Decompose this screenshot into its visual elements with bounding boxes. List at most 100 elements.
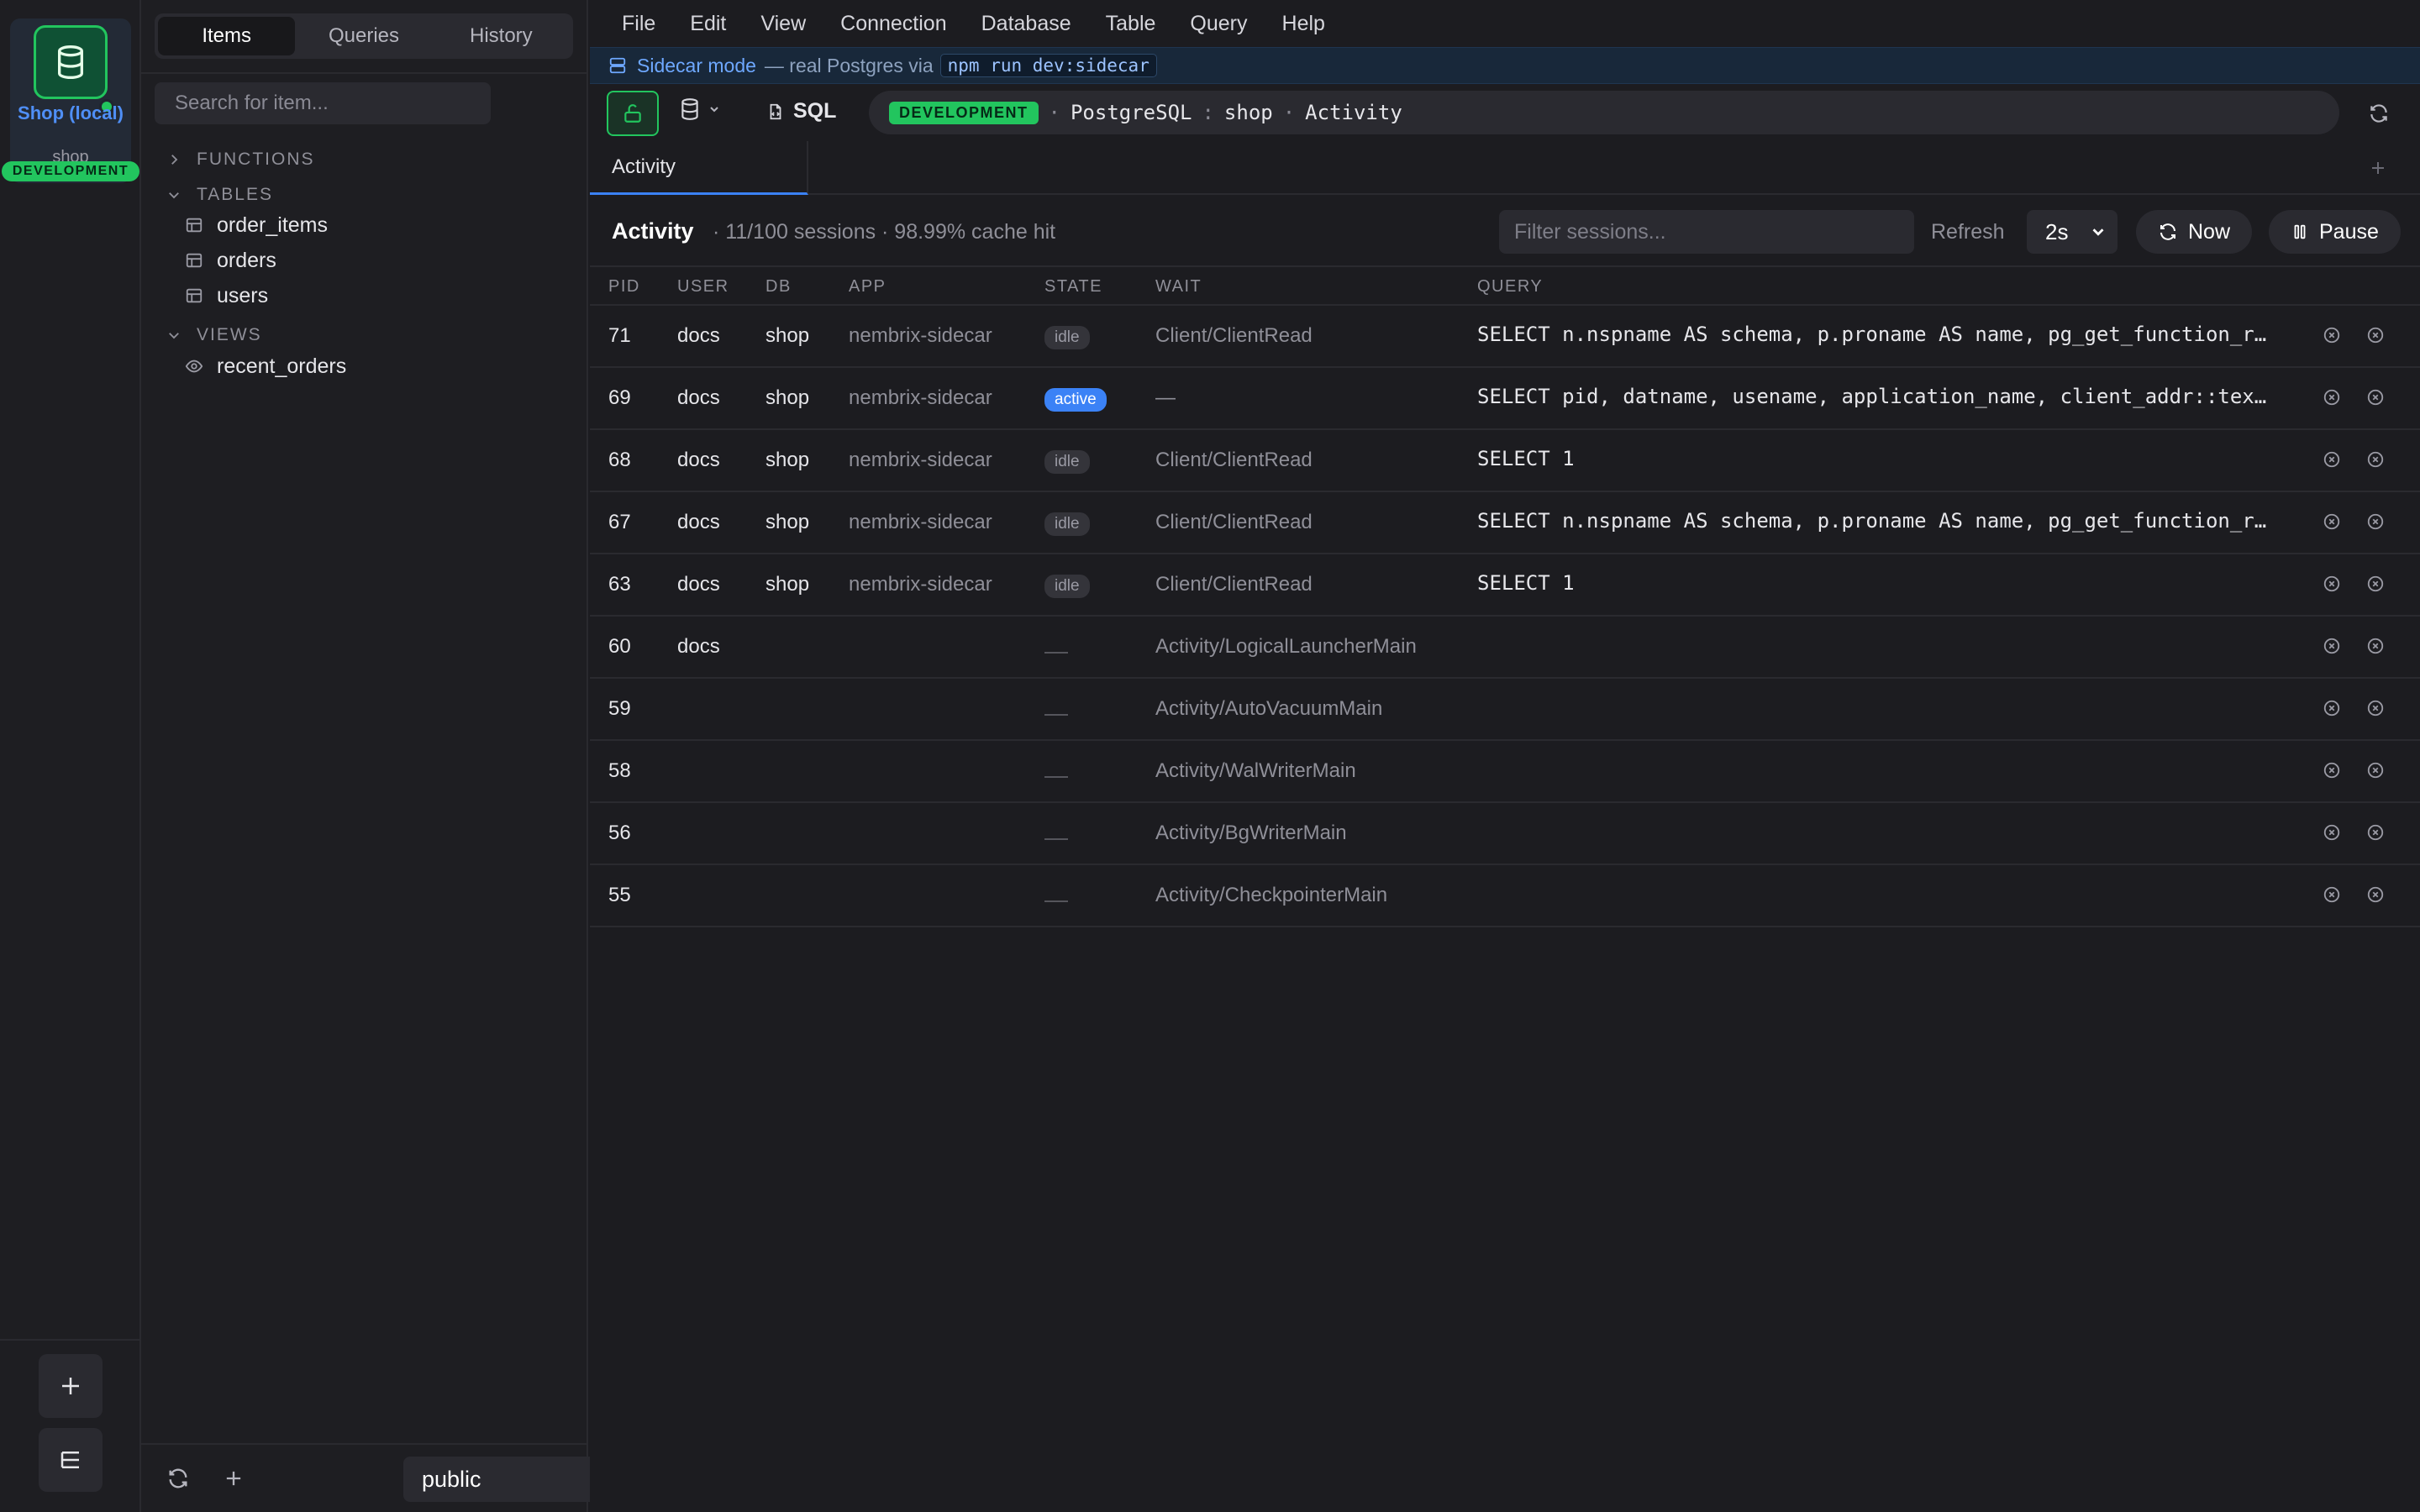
cancel-query-button[interactable]	[2323, 699, 2341, 717]
sidecar-title: Sidecar mode	[637, 54, 756, 76]
table-row[interactable]: 63 docs shop nembrix-sidecar idle Client…	[590, 554, 2420, 617]
cell-wait: Activity/CheckpointerMain	[1155, 884, 1388, 906]
menu-file[interactable]: File	[622, 12, 655, 36]
terminate-session-button[interactable]	[2366, 761, 2385, 780]
table-row[interactable]: 55 Activity/CheckpointerMain	[590, 865, 2420, 927]
table-name: users	[217, 283, 269, 307]
add-connection-button[interactable]	[39, 1354, 103, 1418]
new-tab-button[interactable]	[2368, 158, 2388, 178]
cell-app: nembrix-sidecar	[849, 386, 992, 409]
reconnect-button[interactable]	[2368, 102, 2390, 124]
sql-button[interactable]: SQL	[766, 99, 836, 123]
table-item[interactable]: order_items	[185, 208, 328, 242]
terminate-session-button[interactable]	[2366, 637, 2385, 655]
column-header[interactable]: QUERY	[1477, 277, 1543, 297]
menu-edit[interactable]: Edit	[690, 12, 726, 36]
terminate-session-icon	[2366, 885, 2385, 904]
cell-wait: Activity/LogicalLauncherMain	[1155, 635, 1417, 658]
refresh-icon	[2368, 102, 2390, 124]
cancel-query-button[interactable]	[2323, 575, 2341, 593]
cell-state	[1044, 884, 1068, 908]
table-item[interactable]: users	[185, 279, 268, 312]
view-item[interactable]: recent_orders	[185, 349, 346, 383]
cell-state	[1044, 635, 1068, 659]
cell-state	[1044, 759, 1068, 784]
divider	[141, 72, 587, 74]
table-row[interactable]: 68 docs shop nembrix-sidecar idle Client…	[590, 430, 2420, 492]
refresh-schema-button[interactable]	[166, 1467, 190, 1490]
table-row[interactable]: 56 Activity/BgWriterMain	[590, 803, 2420, 865]
cancel-query-icon	[2323, 637, 2341, 655]
terminate-session-button[interactable]	[2366, 388, 2385, 407]
column-header[interactable]: DB	[765, 277, 792, 297]
cell-db: shop	[765, 386, 810, 409]
table-body: 71 docs shop nembrix-sidecar idle Client…	[590, 306, 2420, 927]
refresh-now-button[interactable]: Now	[2136, 210, 2253, 254]
cancel-query-button[interactable]	[2323, 823, 2341, 842]
sidecar-desc: — real Postgres via	[764, 54, 934, 76]
tab-items[interactable]: Items	[158, 17, 296, 55]
cell-state: idle	[1044, 324, 1090, 349]
cancel-query-button[interactable]	[2323, 388, 2341, 407]
menu-query[interactable]: Query	[1190, 12, 1247, 36]
cell-query: SELECT pid, datname, usename, applicatio…	[1477, 385, 2267, 408]
pause-button[interactable]: Pause	[2269, 210, 2401, 254]
cancel-query-button[interactable]	[2323, 637, 2341, 655]
cancel-query-button[interactable]	[2323, 450, 2341, 469]
cell-pid: 58	[608, 759, 631, 782]
table-item[interactable]: orders	[185, 244, 276, 277]
filter-input[interactable]	[1514, 219, 1901, 244]
tab-history[interactable]: History	[433, 17, 570, 55]
environment-badge: DEVELOPMENT	[889, 101, 1039, 124]
database-menu-button[interactable]	[679, 97, 721, 121]
terminate-session-icon	[2366, 575, 2385, 593]
column-header[interactable]: APP	[849, 277, 886, 297]
refresh-label: Refresh	[1931, 220, 2005, 244]
add-schema-button[interactable]	[222, 1467, 245, 1490]
terminate-session-button[interactable]	[2366, 326, 2385, 344]
cancel-query-button[interactable]	[2323, 512, 2341, 531]
menu-database[interactable]: Database	[981, 12, 1071, 36]
database-name: shop	[1223, 101, 1273, 124]
refresh-interval-select[interactable]: 2s	[2027, 210, 2118, 254]
table-row[interactable]: 67 docs shop nembrix-sidecar idle Client…	[590, 492, 2420, 554]
list-tree-button[interactable]	[39, 1428, 103, 1492]
menu-view[interactable]: View	[760, 12, 806, 36]
column-header[interactable]: PID	[608, 277, 640, 297]
terminate-session-button[interactable]	[2366, 823, 2385, 842]
table-name: orders	[217, 248, 276, 272]
cancel-query-button[interactable]	[2323, 326, 2341, 344]
terminate-session-button[interactable]	[2366, 699, 2385, 717]
cancel-query-button[interactable]	[2323, 885, 2341, 904]
column-header[interactable]: WAIT	[1155, 277, 1202, 297]
table-row[interactable]: 59 Activity/AutoVacuumMain	[590, 679, 2420, 741]
menu-table[interactable]: Table	[1106, 12, 1156, 36]
terminate-session-button[interactable]	[2366, 575, 2385, 593]
refresh-icon	[166, 1467, 190, 1490]
tab-activity[interactable]: Activity	[590, 141, 808, 195]
sessions-table: PID USER DB APP STATE WAIT QUERY 71 docs…	[590, 267, 2420, 927]
cancel-query-icon	[2323, 699, 2341, 717]
now-label: Now	[2188, 219, 2231, 244]
interval-value: 2s	[2045, 218, 2069, 244]
terminate-session-button[interactable]	[2366, 512, 2385, 531]
table-row[interactable]: 60 docs Activity/LogicalLauncherMain	[590, 617, 2420, 679]
tab-queries[interactable]: Queries	[295, 17, 432, 55]
connection-card[interactable]: Shop (local) shop	[10, 18, 131, 183]
table-row[interactable]: 69 docs shop nembrix-sidecar active — SE…	[590, 368, 2420, 430]
cancel-query-button[interactable]	[2323, 761, 2341, 780]
unlock-icon	[622, 102, 644, 124]
menu-connection[interactable]: Connection	[840, 12, 946, 36]
column-header[interactable]: STATE	[1044, 277, 1102, 297]
menu-help[interactable]: Help	[1282, 12, 1325, 36]
table-row[interactable]: 58 Activity/WalWriterMain	[590, 741, 2420, 803]
unlock-button[interactable]	[607, 91, 659, 136]
table-row[interactable]: 71 docs shop nembrix-sidecar idle Client…	[590, 306, 2420, 368]
terminate-session-button[interactable]	[2366, 885, 2385, 904]
column-header[interactable]: USER	[677, 277, 729, 297]
terminate-session-button[interactable]	[2366, 450, 2385, 469]
view-name: recent_orders	[217, 354, 347, 378]
cell-query: SELECT n.nspname AS schema, p.proname AS…	[1477, 323, 2267, 346]
environment-badge: DEVELOPMENT	[2, 161, 139, 181]
search-input[interactable]	[175, 92, 477, 115]
